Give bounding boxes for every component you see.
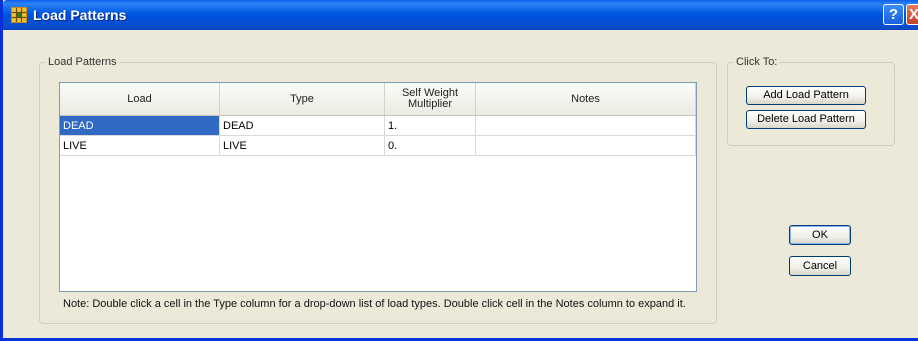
column-header-self-weight-multiplier-label: Self Weight Multiplier <box>401 87 459 110</box>
load-patterns-app-icon <box>11 7 27 23</box>
load-patterns-group-label: Load Patterns <box>46 56 119 68</box>
load-patterns-grid[interactable]: Load Type Self Weight Multiplier Notes D… <box>59 82 697 292</box>
title-bar[interactable]: Load Patterns ? X <box>3 0 918 30</box>
cell-type[interactable]: DEAD <box>220 116 385 136</box>
dialog-title: Load Patterns <box>33 7 127 23</box>
grid-header: Load Type Self Weight Multiplier Notes <box>60 83 696 116</box>
close-button[interactable]: X <box>906 4 918 25</box>
cell-type[interactable]: LIVE <box>220 136 385 156</box>
delete-load-pattern-button[interactable]: Delete Load Pattern <box>746 110 866 129</box>
load-patterns-dialog: Load Patterns ? X Load Patterns Load Typ… <box>0 0 918 341</box>
grid-usage-note: Note: Double click a cell in the Type co… <box>63 298 686 310</box>
table-row[interactable]: LIVE LIVE 0. <box>60 136 696 156</box>
close-icon: X <box>908 6 918 23</box>
table-row[interactable]: DEAD DEAD 1. <box>60 116 696 136</box>
cell-load[interactable]: LIVE <box>60 136 220 156</box>
column-header-load[interactable]: Load <box>60 83 220 115</box>
column-header-self-weight-multiplier[interactable]: Self Weight Multiplier <box>385 83 476 115</box>
click-to-group-label: Click To: <box>734 56 780 68</box>
column-header-notes[interactable]: Notes <box>476 83 696 115</box>
help-button[interactable]: ? <box>883 4 904 25</box>
column-header-type[interactable]: Type <box>220 83 385 115</box>
cell-notes[interactable] <box>476 136 696 156</box>
add-load-pattern-button[interactable]: Add Load Pattern <box>746 86 866 105</box>
cell-notes[interactable] <box>476 116 696 136</box>
cancel-button[interactable]: Cancel <box>789 256 851 276</box>
cell-self-weight-multiplier[interactable]: 0. <box>385 136 476 156</box>
ok-button[interactable]: OK <box>789 225 851 245</box>
cell-self-weight-multiplier[interactable]: 1. <box>385 116 476 136</box>
cell-load[interactable]: DEAD <box>60 116 220 136</box>
